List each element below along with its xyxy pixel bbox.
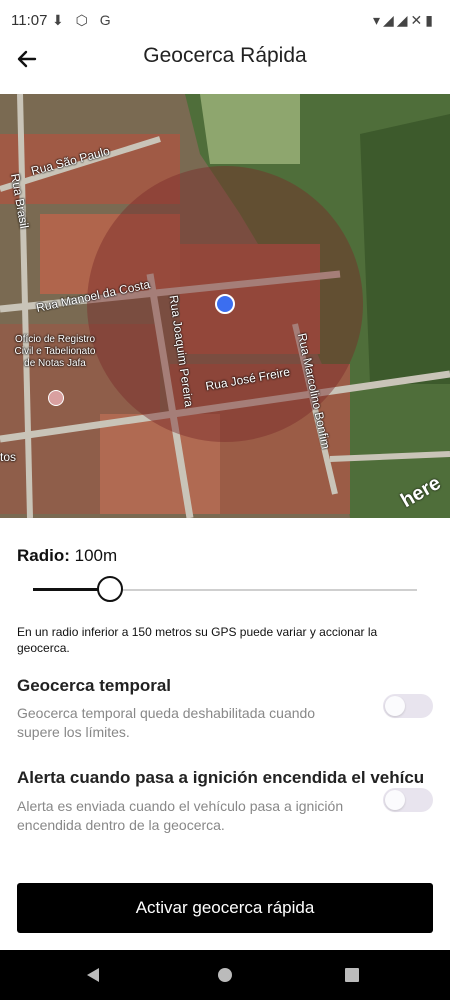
status-bar: 11:07 ⬇ ⬡ G ▾◢◢✕▮ xyxy=(0,0,450,40)
radius-value: 100m xyxy=(74,546,118,565)
activate-geofence-button[interactable]: Activar geocerca rápida xyxy=(17,883,433,933)
radius-caption: Radio: xyxy=(17,546,70,565)
page-title: Geocerca Rápida xyxy=(143,44,307,67)
notification-icons: ⬇ ⬡ G xyxy=(52,12,115,28)
radius-label: Radio: 100m xyxy=(17,546,433,566)
system-status-icons: ▾◢◢✕▮ xyxy=(373,12,436,28)
option-title-ignition-alert: Alerta cuando pasa a ignición encendida … xyxy=(17,768,425,787)
poi-label: Ofício de Registro Civil e Tabelionato d… xyxy=(14,334,96,369)
toggle-knob xyxy=(385,696,405,716)
map-view[interactable]: Rua São Paulo Rua Brasil Rua Manoel da C… xyxy=(0,94,450,518)
navigation-bar xyxy=(0,950,450,1000)
status-time: 11:07 xyxy=(11,12,48,29)
nav-back-icon[interactable] xyxy=(87,968,99,982)
slider-thumb[interactable] xyxy=(96,576,123,602)
nav-recents-icon[interactable] xyxy=(345,968,359,982)
radius-slider[interactable] xyxy=(33,575,417,605)
option-title-temporal: Geocerca temporal xyxy=(17,676,172,695)
street-label: tos xyxy=(0,450,17,464)
option-desc-ignition-alert: Alerta es enviada cuando el vehículo pas… xyxy=(17,798,344,833)
radius-note: En un radio inferior a 150 metros su GPS… xyxy=(17,625,378,655)
nav-home-icon[interactable] xyxy=(218,968,232,982)
app-bar: Geocerca Rápida xyxy=(0,40,450,94)
location-marker xyxy=(215,294,235,314)
toggle-temporal[interactable] xyxy=(383,694,433,718)
building-icon xyxy=(48,390,64,406)
toggle-knob xyxy=(385,790,405,810)
toggle-ignition-alert[interactable] xyxy=(383,788,433,812)
option-desc-temporal: Geocerca temporal queda deshabilitada cu… xyxy=(17,705,316,740)
